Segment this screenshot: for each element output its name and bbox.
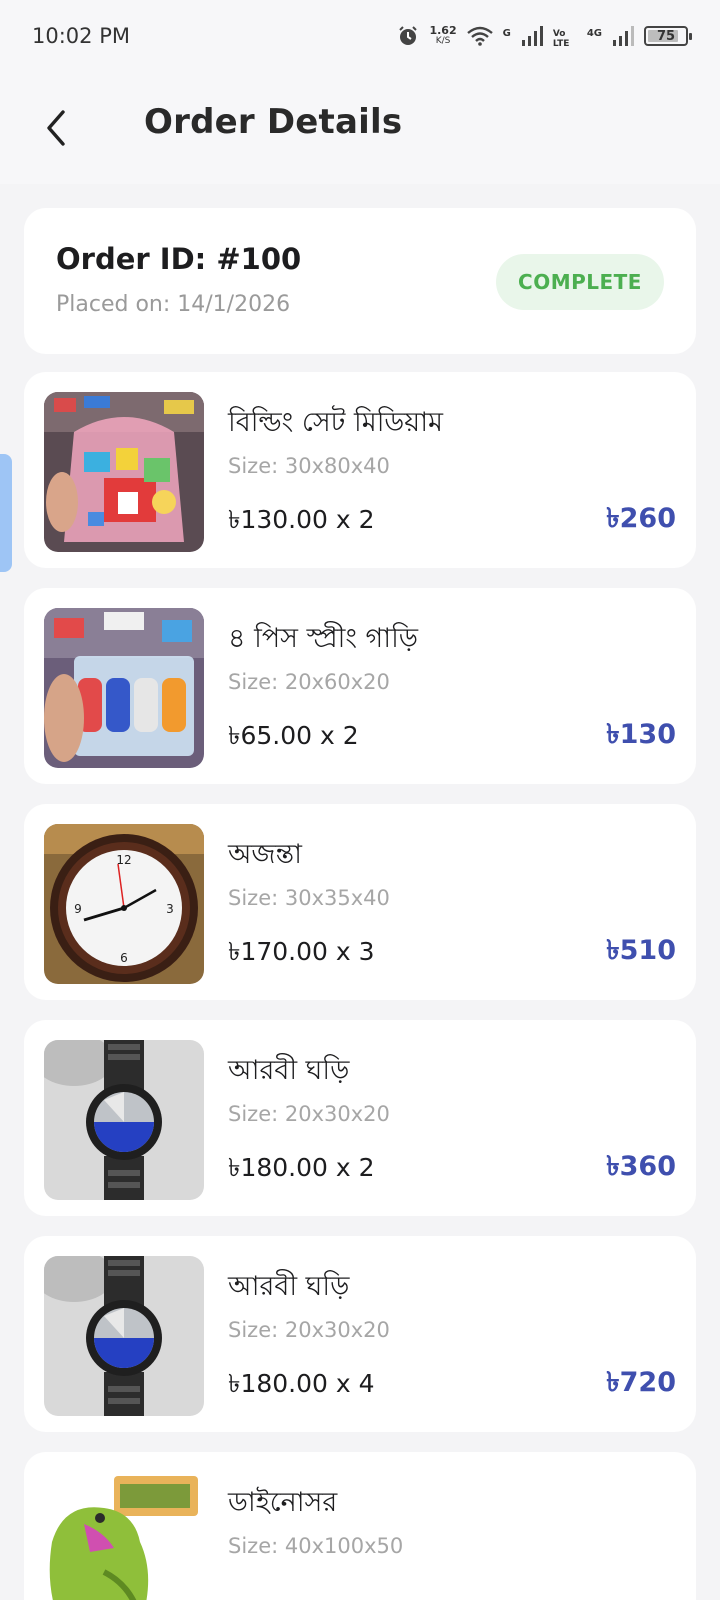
item-total: ৳510	[606, 935, 676, 966]
item-name: আরবী ঘড়ি	[228, 1055, 350, 1086]
order-item-card[interactable]: ৪ পিস স্প্রীং গাড়ি Size: 20x60x20 ৳65.0…	[24, 588, 696, 784]
status-icons: 1.62 K/S G Vo LTE 4G 75	[397, 23, 692, 49]
item-total: ৳260	[606, 503, 676, 534]
svg-text:3: 3	[166, 902, 174, 916]
order-item-card[interactable]: আরবী ঘড়ি Size: 20x30x20 ৳180.00 x 4 ৳72…	[24, 1236, 696, 1432]
order-item-card[interactable]: বিল্ডিং সেট মিডিয়াম Size: 30x80x40 ৳130…	[24, 372, 696, 568]
item-price-quantity: ৳130.00 x 2	[228, 505, 375, 534]
item-price-quantity: ৳170.00 x 3	[228, 937, 375, 966]
item-name: বিল্ডিং সেট মিডিয়াম	[228, 407, 444, 438]
svg-text:6: 6	[120, 951, 128, 965]
network-speed: 1.62 K/S	[429, 24, 457, 46]
item-size: Size: 30x80x40	[228, 454, 390, 478]
order-id: Order ID: #100	[56, 242, 302, 276]
order-item-card[interactable]: আরবী ঘড়ি Size: 20x30x20 ৳180.00 x 2 ৳36…	[24, 1020, 696, 1216]
status-badge: COMPLETE	[496, 254, 664, 310]
app-header: Order Details	[0, 72, 720, 184]
item-size: Size: 20x30x20	[228, 1102, 390, 1126]
item-size: Size: 20x60x20	[228, 670, 390, 694]
order-date: Placed on: 14/1/2026	[56, 292, 291, 317]
item-total: ৳130	[606, 719, 676, 750]
svg-text:9: 9	[74, 902, 82, 916]
item-size: Size: 30x35x40	[228, 886, 390, 910]
item-size: Size: 40x100x50	[228, 1534, 404, 1558]
item-name: ডাইনোসর	[228, 1487, 338, 1518]
item-price-quantity: ৳180.00 x 2	[228, 1153, 375, 1182]
signal-icon	[613, 26, 634, 46]
sim2-network-label: 4G	[586, 28, 602, 39]
chevron-left-icon	[47, 110, 65, 146]
page-title: Order Details	[144, 102, 403, 142]
sim1-network-label: G	[502, 28, 511, 39]
order-summary-card: Order ID: #100 Placed on: 14/1/2026 COMP…	[24, 208, 696, 354]
item-price-quantity: ৳180.00 x 4	[228, 1369, 375, 1398]
item-size: Size: 20x30x20	[228, 1318, 390, 1342]
battery-icon: 75	[644, 26, 692, 46]
status-time: 10:02 PM	[32, 24, 130, 48]
toy-cars-pack-image	[44, 608, 204, 768]
order-item-card[interactable]: 12 6 9 3 অজন্তা Size: 30x35x40 ৳170.00 x…	[24, 804, 696, 1000]
item-total: ৳720	[606, 1367, 676, 1398]
status-bar: 10:02 PM 1.62 K/S G Vo LTE 4G 75	[0, 0, 720, 72]
wifi-icon	[466, 26, 493, 46]
item-price-quantity: ৳65.00 x 2	[228, 721, 359, 750]
order-content[interactable]: Order ID: #100 Placed on: 14/1/2026 COMP…	[0, 184, 720, 1600]
wall-clock-image: 12 6 9 3	[44, 824, 204, 984]
signal-icon	[521, 26, 543, 46]
item-name: আরবী ঘড়ি	[228, 1271, 350, 1302]
order-item-card[interactable]: ডাইনোসর Size: 40x100x50	[24, 1452, 696, 1600]
dinosaur-toy-image	[44, 1472, 204, 1600]
volte-label: Vo LTE	[552, 29, 570, 49]
wrist-watch-image	[44, 1040, 204, 1200]
back-button[interactable]	[36, 104, 76, 152]
item-name: ৪ পিস স্প্রীং গাড়ি	[228, 623, 419, 654]
building-blocks-toy-image	[44, 392, 204, 552]
item-name: অজন্তা	[228, 839, 302, 870]
wrist-watch-image	[44, 1256, 204, 1416]
item-total: ৳360	[606, 1151, 676, 1182]
alarm-icon	[399, 26, 418, 45]
